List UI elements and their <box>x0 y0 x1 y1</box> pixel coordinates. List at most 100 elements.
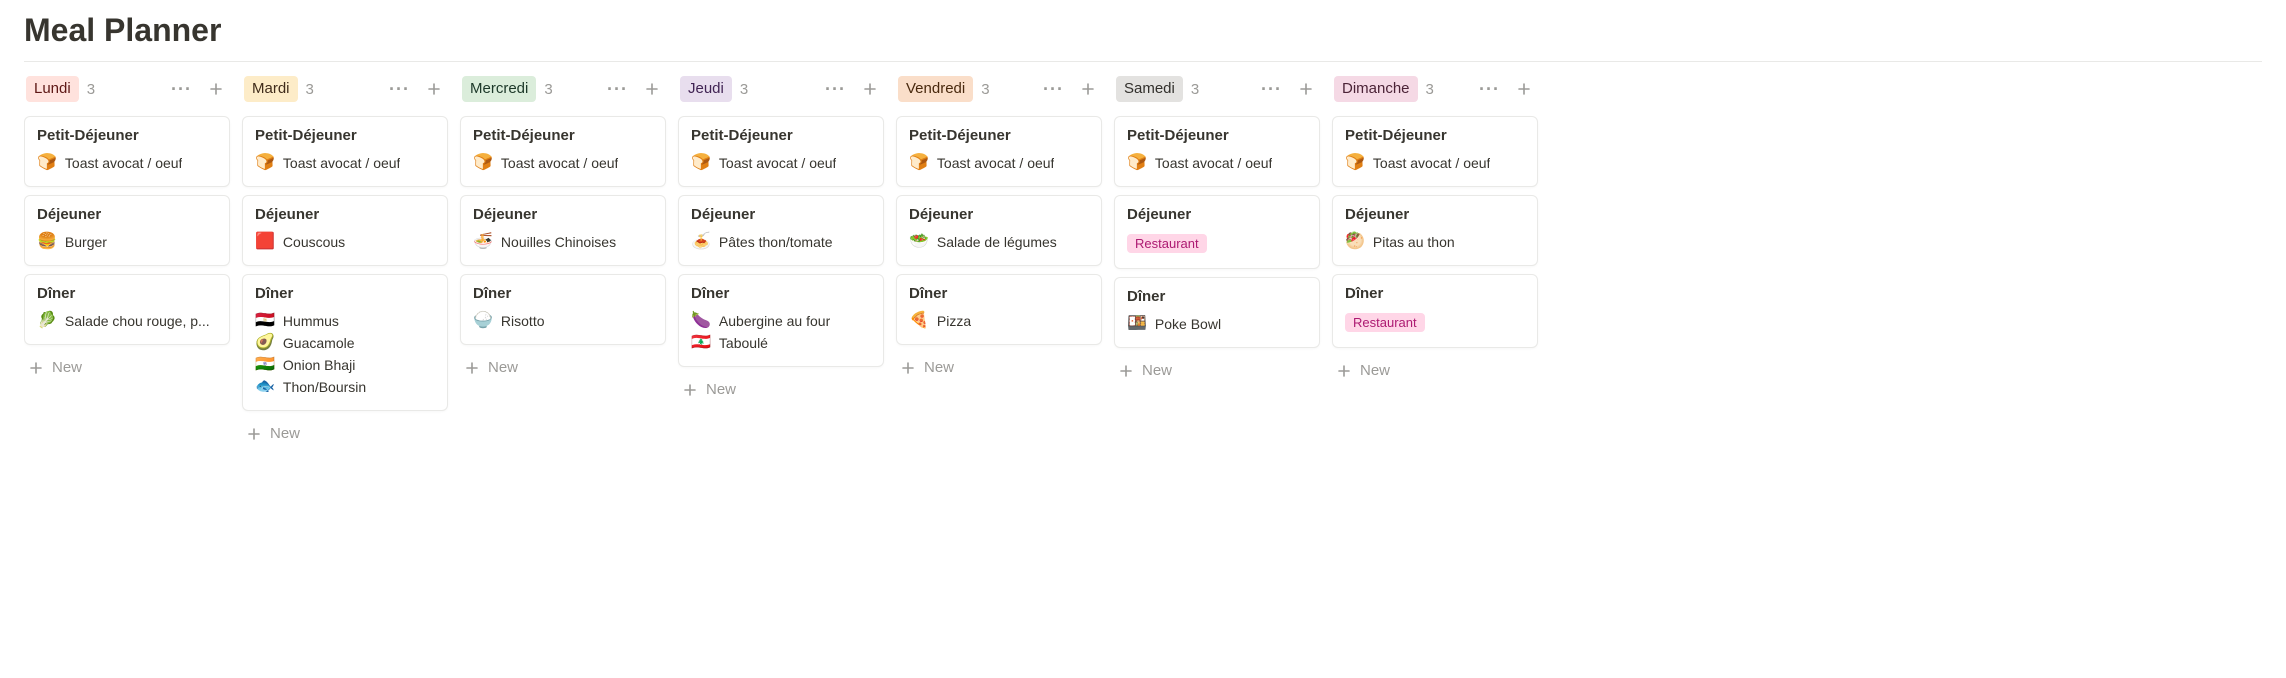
tag-pill: Restaurant <box>1127 234 1207 253</box>
new-card-button[interactable]: New <box>242 419 448 448</box>
meal-card[interactable]: Petit-Déjeuner 🍞Toast avocat / oeuf <box>678 116 884 187</box>
meal-item: 🥬Salade chou rouge, p... <box>37 310 217 332</box>
meal-card[interactable]: DînerRestaurant <box>1332 274 1538 348</box>
meal-item: 🍚Risotto <box>473 310 653 332</box>
column-header: Lundi3··· <box>24 72 230 106</box>
plus-icon <box>246 426 262 442</box>
card-title: Petit-Déjeuner <box>473 127 653 144</box>
meal-item: 🟥 Couscous <box>255 231 435 253</box>
meal-item: 🍞Toast avocat / oeuf <box>909 152 1089 174</box>
add-card-button[interactable] <box>858 79 882 99</box>
more-icon[interactable]: ··· <box>385 78 414 100</box>
card-title: Petit-Déjeuner <box>1345 127 1525 144</box>
new-card-button[interactable]: New <box>678 375 884 404</box>
add-card-button[interactable] <box>1076 79 1100 99</box>
meal-item: 🍕Pizza <box>909 310 1089 332</box>
meal-card[interactable]: Déjeuner🥙Pitas au thon <box>1332 195 1538 266</box>
column-tag[interactable]: Mercredi <box>462 76 536 102</box>
meal-item: 🇱🇧Taboulé <box>691 332 871 354</box>
add-card-button[interactable] <box>204 79 228 99</box>
more-icon[interactable]: ··· <box>821 78 850 100</box>
add-card-button[interactable] <box>1294 79 1318 99</box>
meal-card[interactable]: Dîner 🍚Risotto <box>460 274 666 345</box>
new-card-button[interactable]: New <box>1114 356 1320 385</box>
meal-label: Toast avocat / oeuf <box>719 155 837 171</box>
meal-label: Guacamole <box>283 335 355 351</box>
meal-card[interactable]: Petit-Déjeuner🍞Toast avocat / oeuf <box>24 116 230 187</box>
column-tag[interactable]: Dimanche <box>1334 76 1418 102</box>
card-title: Petit-Déjeuner <box>691 127 871 144</box>
meal-card[interactable]: Dîner🍆Aubergine au four🇱🇧Taboulé <box>678 274 884 367</box>
tag-pill: Restaurant <box>1345 313 1425 332</box>
meal-emoji-icon: 🍞 <box>255 155 275 171</box>
meal-card[interactable]: Dîner🍕Pizza <box>896 274 1102 345</box>
meal-card[interactable]: Petit-Déjeuner🍞Toast avocat / oeuf <box>1114 116 1320 187</box>
more-icon[interactable]: ··· <box>1039 78 1068 100</box>
meal-emoji-icon: 🍞 <box>37 155 57 171</box>
plus-icon <box>1336 363 1352 379</box>
meal-card[interactable]: Dîner🍱Poke Bowl <box>1114 277 1320 348</box>
add-card-button[interactable] <box>1512 79 1536 99</box>
meal-card[interactable]: Dîner 🥬Salade chou rouge, p... <box>24 274 230 345</box>
card-title: Petit-Déjeuner <box>1127 127 1307 144</box>
meal-emoji-icon: 🟥 <box>255 234 275 250</box>
column-tag[interactable]: Jeudi <box>680 76 732 102</box>
column-header: Dimanche 3 ··· <box>1332 72 1538 106</box>
page-title: Meal Planner <box>24 12 2262 49</box>
meal-label: Pitas au thon <box>1373 234 1455 250</box>
meal-label: Poke Bowl <box>1155 316 1221 332</box>
meal-card[interactable]: Déjeuner 🟥 Couscous <box>242 195 448 266</box>
meal-item: 🇮🇳Onion Bhaji <box>255 354 435 376</box>
meal-emoji-icon: 🍞 <box>909 155 929 171</box>
meal-item: 🐟Thon/Boursin <box>255 376 435 398</box>
meal-emoji-icon: 🍝 <box>691 234 711 250</box>
card-title: Déjeuner <box>255 206 435 223</box>
column-header: Samedi3··· <box>1114 72 1320 106</box>
add-card-button[interactable] <box>422 79 446 99</box>
column-tag[interactable]: Vendredi <box>898 76 973 102</box>
column-header: Mardi3··· <box>242 72 448 106</box>
meal-card[interactable]: Petit-Déjeuner🍞Toast avocat / oeuf <box>460 116 666 187</box>
card-title: Dîner <box>473 285 653 302</box>
meal-emoji-icon: 🍜 <box>473 234 493 250</box>
meal-card[interactable]: Dîner🇪🇬Hummus🥑Guacamole🇮🇳Onion Bhaji🐟Tho… <box>242 274 448 411</box>
column-samedi: Samedi3··· Petit-Déjeuner🍞Toast avocat / … <box>1114 72 1320 385</box>
column-tag[interactable]: Samedi <box>1116 76 1183 102</box>
meal-card[interactable]: Déjeuner🍝Pâtes thon/tomate <box>678 195 884 266</box>
more-icon[interactable]: ··· <box>167 78 196 100</box>
meal-emoji-icon: 🍞 <box>473 155 493 171</box>
meal-card[interactable]: Déjeuner🥗Salade de légumes <box>896 195 1102 266</box>
meal-label: Onion Bhaji <box>283 357 355 373</box>
new-card-button[interactable]: New <box>1332 356 1538 385</box>
card-title: Dîner <box>37 285 217 302</box>
more-icon[interactable]: ··· <box>1257 78 1286 100</box>
card-title: Déjeuner <box>37 206 217 223</box>
column-tag[interactable]: Lundi <box>26 76 79 102</box>
column-mardi: Mardi3··· Petit-Déjeuner🍞Toast avocat / o… <box>242 72 448 448</box>
meal-card[interactable]: Petit-Déjeuner🍞Toast avocat / oeuf <box>1332 116 1538 187</box>
column-vendredi: Vendredi3···Petit-Déjeuner🍞Toast avocat … <box>896 72 1102 382</box>
meal-label: Pâtes thon/tomate <box>719 234 833 250</box>
meal-label: Couscous <box>283 234 345 250</box>
card-title: Déjeuner <box>909 206 1089 223</box>
column-count: 3 <box>1426 81 1434 98</box>
meal-card[interactable]: Petit-Déjeuner🍞Toast avocat / oeuf <box>242 116 448 187</box>
new-card-button[interactable]: New <box>896 353 1102 382</box>
meal-card[interactable]: DéjeunerRestaurant <box>1114 195 1320 269</box>
meal-item: 🍞Toast avocat / oeuf <box>691 152 871 174</box>
more-icon[interactable]: ··· <box>603 78 632 100</box>
meal-card[interactable]: Déjeuner🍜Nouilles Chinoises <box>460 195 666 266</box>
meal-card[interactable]: Déjeuner 🍔Burger <box>24 195 230 266</box>
meal-item: 🍔Burger <box>37 231 217 253</box>
new-card-button[interactable]: New <box>460 353 666 382</box>
meal-card[interactable]: Petit-Déjeuner🍞Toast avocat / oeuf <box>896 116 1102 187</box>
new-card-button[interactable]: New <box>24 353 230 382</box>
add-card-button[interactable] <box>640 79 664 99</box>
more-icon[interactable]: ··· <box>1475 78 1504 100</box>
meal-label: Toast avocat / oeuf <box>65 155 183 171</box>
meal-label: Thon/Boursin <box>283 379 366 395</box>
meal-item: 🍆Aubergine au four <box>691 310 871 332</box>
meal-emoji-icon: 🍔 <box>37 234 57 250</box>
new-label: New <box>706 381 736 398</box>
column-tag[interactable]: Mardi <box>244 76 298 102</box>
